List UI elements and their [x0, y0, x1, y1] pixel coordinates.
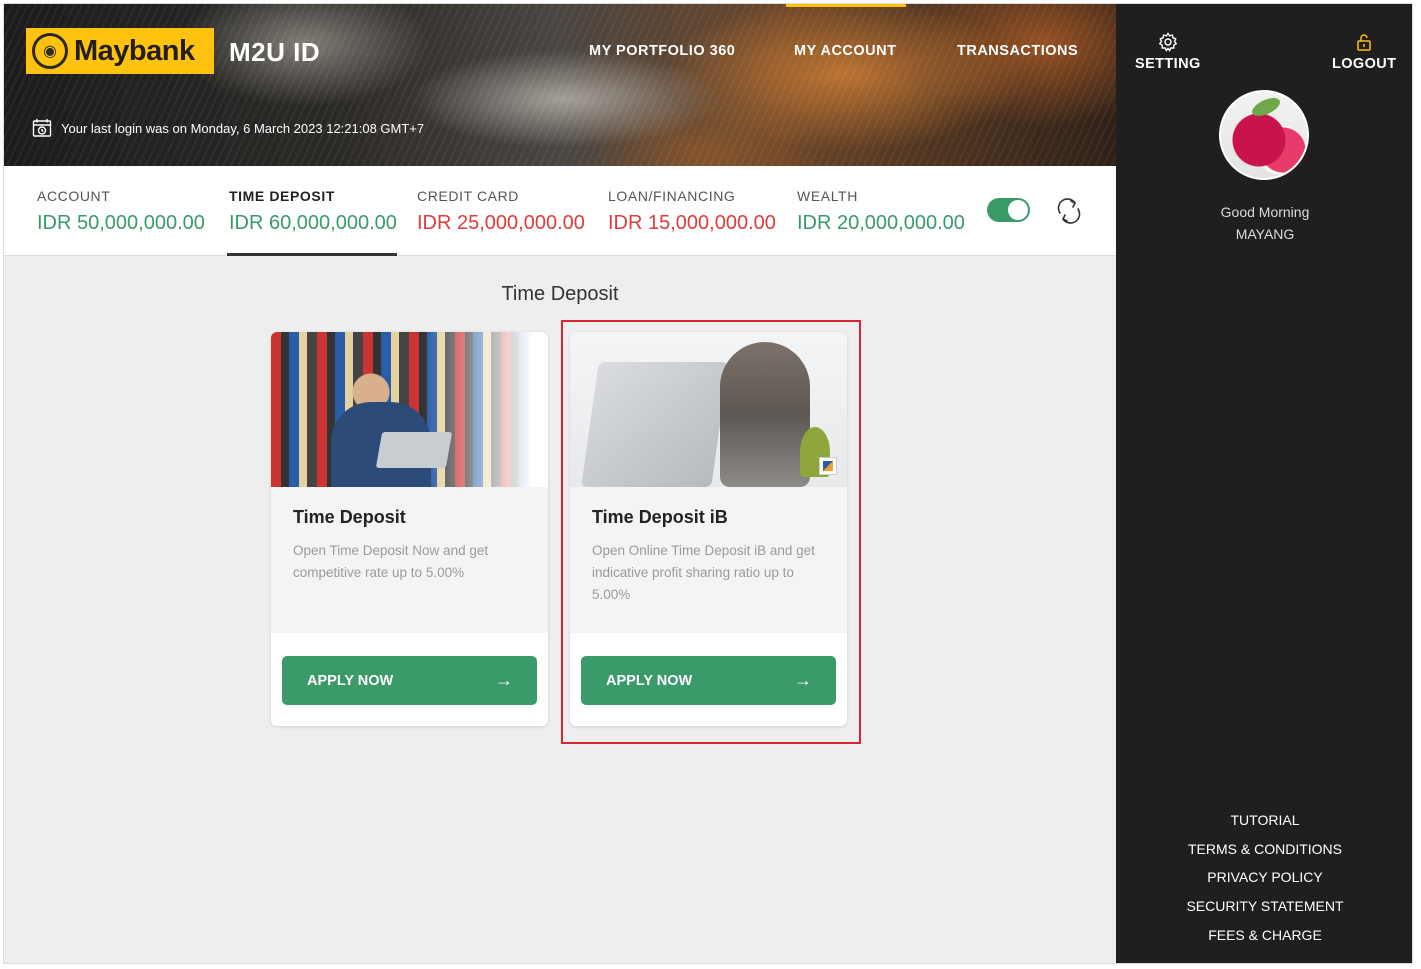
greeting-text: Good Morning — [1220, 204, 1310, 220]
refresh-icon[interactable] — [1054, 198, 1084, 224]
balance-summary-bar: ACCOUNT IDR 50,000,000.00 TIME DEPOSIT I… — [4, 166, 1116, 256]
show-balance-toggle[interactable] — [987, 198, 1030, 222]
summary-value: IDR 25,000,000.00 — [417, 212, 585, 234]
greeting: Good Morning MAYANG — [1116, 201, 1412, 245]
header-banner: ◉ Maybank M2U ID MY PORTFOLIO 360 MY ACC… — [4, 4, 1116, 166]
app-title: M2U ID — [229, 37, 321, 67]
summary-value: IDR 50,000,000.00 — [37, 212, 205, 234]
summary-value: IDR 60,000,000.00 — [229, 212, 397, 234]
summary-value: IDR 20,000,000.00 — [797, 212, 965, 234]
summary-time-deposit[interactable]: TIME DEPOSIT IDR 60,000,000.00 — [229, 166, 397, 256]
link-terms-conditions[interactable]: TERMS & CONDITIONS — [1116, 835, 1412, 864]
link-security-statement[interactable]: SECURITY STATEMENT — [1116, 892, 1412, 921]
gear-icon — [1158, 32, 1178, 52]
time-deposit-card: Time Deposit Open Time Deposit Now and g… — [271, 332, 548, 726]
link-tutorial[interactable]: TUTORIAL — [1116, 806, 1412, 835]
setting-label: SETTING — [1135, 56, 1201, 72]
arrow-right-icon: → — [495, 670, 513, 690]
summary-account[interactable]: ACCOUNT IDR 50,000,000.00 — [37, 166, 205, 256]
apply-now-button[interactable]: APPLY NOW → — [282, 656, 537, 705]
summary-value: IDR 15,000,000.00 — [608, 212, 776, 234]
brand-name: Maybank — [74, 34, 195, 67]
summary-label: CREDIT CARD — [417, 188, 520, 204]
summary-label: LOAN/FINANCING — [608, 188, 736, 204]
maybank-logo[interactable]: ◉ Maybank — [26, 28, 214, 74]
calendar-clock-icon — [32, 119, 52, 137]
user-name: MAYANG — [1235, 226, 1295, 242]
logout-label: LOGOUT — [1332, 56, 1397, 72]
active-tab-underline — [227, 253, 397, 256]
avatar[interactable] — [1219, 90, 1309, 180]
section-title: Time Deposit — [501, 283, 619, 305]
card-description: Open Time Deposit Now and get competitiv… — [293, 543, 489, 580]
app-frame: ◉ Maybank M2U ID MY PORTFOLIO 360 MY ACC… — [3, 3, 1413, 964]
link-fees-charge[interactable]: FEES & CHARGE — [1116, 921, 1412, 950]
right-sidebar: SETTING LOGOUT Good Morning MAYANG TUTOR… — [1116, 4, 1412, 963]
tiger-icon: ◉ — [32, 33, 68, 69]
last-login-info: Your last login was on Monday, 6 March 2… — [32, 118, 424, 138]
summary-label: TIME DEPOSIT — [229, 188, 335, 204]
summary-label: WEALTH — [797, 188, 858, 204]
nav-my-account[interactable]: MY ACCOUNT — [794, 43, 896, 59]
time-deposit-photo — [271, 332, 548, 487]
nav-my-portfolio[interactable]: MY PORTFOLIO 360 — [589, 43, 735, 59]
nav-active-indicator — [786, 4, 906, 7]
nav-transactions[interactable]: TRANSACTIONS — [957, 43, 1078, 59]
lock-icon — [1357, 34, 1371, 51]
logout-button[interactable]: LOGOUT — [1332, 32, 1396, 72]
summary-credit-card[interactable]: CREDIT CARD IDR 25,000,000.00 — [417, 166, 585, 256]
summary-label: ACCOUNT — [37, 188, 111, 204]
summary-wealth[interactable]: WEALTH IDR 20,000,000.00 — [797, 166, 965, 256]
apply-now-label: APPLY NOW — [307, 672, 394, 689]
highlight-box — [561, 320, 861, 744]
link-privacy-policy[interactable]: PRIVACY POLICY — [1116, 863, 1412, 892]
last-login-text: Your last login was on Monday, 6 March 2… — [61, 120, 425, 136]
summary-loan-financing[interactable]: LOAN/FINANCING IDR 15,000,000.00 — [608, 166, 776, 256]
setting-button[interactable]: SETTING — [1135, 32, 1201, 72]
card-title: Time Deposit — [293, 507, 406, 527]
footer-links: TUTORIAL TERMS & CONDITIONS PRIVACY POLI… — [1116, 806, 1412, 950]
